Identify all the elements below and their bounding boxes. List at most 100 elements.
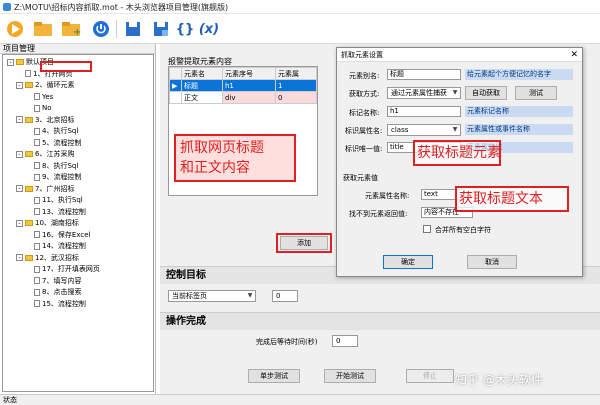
tree-node[interactable]: - 7、广州招标 bbox=[16, 185, 74, 194]
row-cell: h1 bbox=[222, 79, 276, 92]
folder-open-icon[interactable] bbox=[32, 18, 54, 40]
test-button[interactable]: 测试 bbox=[515, 86, 557, 100]
variable-icon[interactable]: (x) bbox=[198, 18, 220, 40]
tree-node-label: 13、流程控制 bbox=[42, 207, 86, 216]
method-select[interactable]: 通过元素属性捕获 ▼ bbox=[387, 87, 461, 99]
attr-hint: 元素属性或事件名称 bbox=[465, 124, 573, 135]
merge-checkbox[interactable] bbox=[423, 225, 431, 233]
target-number[interactable]: 0 bbox=[272, 290, 298, 302]
tree-node[interactable]: 4、执行Sql bbox=[34, 127, 78, 136]
tree-node[interactable]: No bbox=[34, 104, 52, 113]
document-icon bbox=[34, 242, 40, 250]
tree-node-label: 7、广州招标 bbox=[35, 184, 75, 193]
highlight-box-beijing bbox=[40, 61, 92, 72]
tree-node-label: 5、流程控制 bbox=[42, 138, 82, 147]
tree-node-label: 12、武汉招标 bbox=[35, 253, 79, 262]
wait-label: 完成后等待时间(秒) bbox=[256, 338, 318, 346]
tree-node-label: 16、保存Excel bbox=[42, 230, 91, 239]
folder-add-icon[interactable]: + bbox=[60, 18, 82, 40]
toolbar: + {} (x) bbox=[0, 14, 600, 44]
get-value-label: 获取元素值 bbox=[343, 174, 378, 182]
close-icon[interactable]: ✕ bbox=[570, 50, 578, 60]
start-test-button[interactable]: 开始测试 bbox=[324, 369, 376, 383]
folder-icon bbox=[25, 220, 33, 226]
run-icon[interactable] bbox=[4, 18, 26, 40]
cancel-button[interactable]: 取消 bbox=[467, 255, 517, 269]
tree-node[interactable]: 16、保存Excel bbox=[34, 231, 90, 240]
save-icon[interactable] bbox=[122, 18, 144, 40]
wait-input[interactable]: 0 bbox=[332, 335, 358, 347]
step-test-button[interactable]: 单步测试 bbox=[248, 369, 300, 383]
row-marker bbox=[169, 91, 182, 104]
tree-node[interactable]: 15、流程控制 bbox=[34, 300, 86, 309]
section-finish: 操作完成 bbox=[160, 312, 600, 330]
attr-select[interactable]: class ▼ bbox=[387, 124, 461, 136]
tree-node[interactable]: 13、流程控制 bbox=[34, 208, 86, 217]
expand-toggle-icon[interactable]: - bbox=[7, 58, 14, 66]
annotation-element: 获取标题元素 bbox=[417, 145, 501, 161]
tree-node[interactable]: - 6、江苏采购 bbox=[16, 150, 74, 159]
tree-node-label: 15、流程控制 bbox=[42, 299, 86, 308]
extract-settings-dialog: 抓取元素设置 ✕ 元素别名: 标题 给元素起个方便记忆的名字 获取方式: 通过元… bbox=[336, 47, 583, 277]
tree-node-label: 8、执行Sql bbox=[42, 161, 79, 170]
tree-node[interactable]: - 12、武汉招标 bbox=[16, 254, 79, 263]
tree-node[interactable]: 14、流程控制 bbox=[34, 242, 86, 251]
ok-button[interactable]: 确定 bbox=[383, 255, 433, 269]
expand-toggle-icon[interactable]: - bbox=[16, 254, 23, 261]
tag-label: 标记名称: bbox=[349, 109, 380, 117]
document-icon bbox=[34, 93, 40, 100]
tree-node[interactable]: - 3、北京招标 bbox=[16, 116, 74, 125]
row-name: 正文 bbox=[181, 91, 223, 104]
document-icon bbox=[34, 208, 40, 215]
window-title: Z:\MOTU\招标内容抓取.mot - 木头浏览器项目管理(旗舰版) bbox=[14, 3, 229, 12]
expand-toggle-icon[interactable]: - bbox=[16, 219, 23, 227]
folder-icon bbox=[16, 59, 24, 65]
tree-node[interactable]: 8、执行Sql bbox=[34, 162, 78, 171]
table-row[interactable]: 正文 div 0 bbox=[169, 91, 318, 104]
project-panel: 项目管理 - 默认项目 1、打开网页 -2、循环元素 Yes No -3、北京招标 4、执行S… bbox=[0, 44, 156, 394]
svg-text:+: + bbox=[73, 27, 81, 37]
grid-header-row: 元素名 元素序号 元素属 bbox=[169, 67, 318, 80]
document-icon bbox=[34, 127, 40, 135]
folder-icon bbox=[25, 82, 33, 88]
auto-get-button[interactable]: 自动获取 bbox=[465, 86, 507, 100]
tree-node[interactable]: - 2、循环元素 bbox=[16, 81, 74, 90]
tree-node-label: 6、江苏采购 bbox=[35, 150, 75, 158]
row-marker: ▶ bbox=[169, 79, 182, 92]
power-icon[interactable] bbox=[90, 18, 112, 40]
target-combo[interactable]: 当前标签页 ▼ bbox=[168, 290, 256, 302]
tree-node[interactable]: 8、点击搜索 bbox=[34, 288, 81, 297]
tree-node[interactable]: Yes bbox=[34, 93, 53, 102]
expand-toggle-icon[interactable]: - bbox=[16, 150, 23, 158]
expand-toggle-icon[interactable]: - bbox=[16, 116, 23, 123]
tree-node[interactable]: 7、填写内容 bbox=[34, 277, 81, 286]
stop-button[interactable]: 停止 bbox=[406, 369, 454, 383]
save-as-icon[interactable] bbox=[150, 18, 172, 40]
expand-toggle-icon[interactable]: - bbox=[16, 185, 23, 192]
attr-label: 标识属性名: bbox=[345, 127, 383, 135]
dialog-title: 抓取元素设置 bbox=[337, 48, 582, 62]
add-button[interactable]: 添加 bbox=[280, 236, 328, 250]
tree-node[interactable]: - 10、湖南招标 bbox=[16, 219, 79, 228]
tree-node[interactable]: 5、流程控制 bbox=[34, 139, 81, 148]
table-row[interactable]: ▶ 标题 h1 1 bbox=[169, 79, 318, 92]
tree-node[interactable]: 11、执行Sql bbox=[34, 196, 83, 205]
alias-field[interactable]: 标题 bbox=[387, 69, 461, 80]
document-icon bbox=[25, 70, 31, 77]
document-icon bbox=[34, 231, 40, 238]
title-bar: Z:\MOTU\招标内容抓取.mot - 木头浏览器项目管理(旗舰版) bbox=[0, 0, 600, 14]
tag-hint: 元素标记名称 bbox=[465, 106, 573, 117]
chevron-down-icon: ▼ bbox=[452, 126, 458, 133]
tree-node[interactable]: 17、打开填表网页 bbox=[34, 265, 100, 274]
expand-toggle-icon[interactable]: - bbox=[16, 81, 23, 89]
tree-node[interactable]: 9、流程控制 bbox=[34, 173, 81, 182]
tree-node-label: 7、填写内容 bbox=[42, 276, 82, 285]
project-tree[interactable]: - 默认项目 1、打开网页 -2、循环元素 Yes No -3、北京招标 4、执行Sql 5、流… bbox=[2, 54, 154, 392]
tag-field[interactable]: h1 bbox=[387, 106, 461, 117]
tree-node-label: 17、打开填表网页 bbox=[42, 265, 100, 273]
tree-node-label: 2、循环元素 bbox=[35, 81, 75, 89]
grid-header: 元素名 bbox=[181, 67, 223, 80]
folder-icon bbox=[25, 254, 33, 261]
chevron-down-icon: ▼ bbox=[452, 89, 458, 96]
braces-icon[interactable]: {} bbox=[174, 18, 196, 40]
